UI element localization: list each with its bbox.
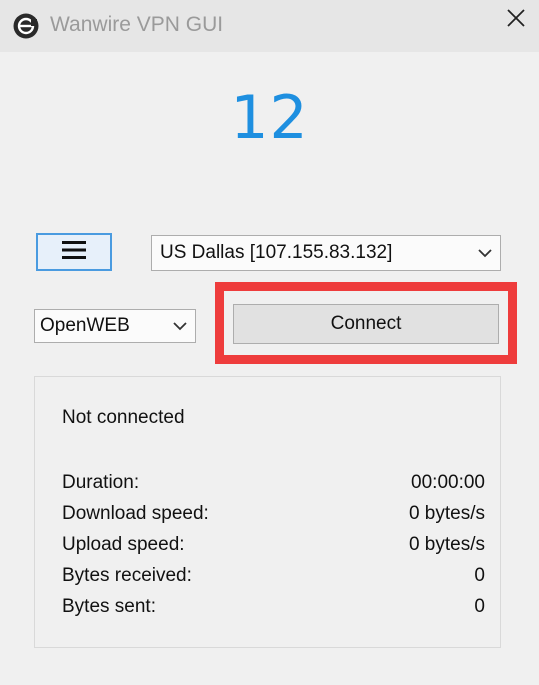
stat-value: 00:00:00 [411, 472, 485, 493]
hamburger-menu-icon [62, 240, 86, 264]
app-window: Wanwire VPN GUI 12 US Dallas [107.155.83… [0, 0, 539, 685]
stat-value: 0 bytes/s [408, 534, 485, 555]
protocol-select-value: OpenWEB [40, 315, 130, 336]
stat-label: Upload speed: [62, 534, 185, 555]
stat-value: 0 [474, 596, 485, 617]
menu-button[interactable] [36, 233, 112, 271]
stat-value: 0 [474, 565, 485, 586]
title-bar[interactable]: Wanwire VPN GUI [0, 0, 539, 52]
stat-row-bytes-received: Bytes received: 0 [62, 564, 485, 595]
logo-number: 12 [230, 83, 309, 153]
stat-label: Duration: [62, 472, 140, 493]
wanwire-logo-icon [13, 13, 39, 39]
server-select-value: US Dallas [107.155.83.132] [160, 242, 393, 263]
close-icon [506, 8, 526, 33]
stat-value: 0 bytes/s [408, 503, 485, 524]
server-select[interactable]: US Dallas [107.155.83.132] [151, 235, 501, 271]
stats-list: Duration: 00:00:00 Download speed: 0 byt… [62, 471, 485, 626]
chevron-down-icon [476, 236, 494, 270]
stat-row-download-speed: Download speed: 0 bytes/s [62, 502, 485, 533]
stat-label: Download speed: [62, 503, 209, 524]
connect-highlight-box [215, 282, 517, 364]
chevron-down-icon [171, 310, 189, 342]
connection-status: Not connected [62, 407, 185, 428]
status-panel: Not connected Duration: 00:00:00 Downloa… [34, 376, 501, 648]
window-title: Wanwire VPN GUI [50, 13, 224, 36]
stat-row-duration: Duration: 00:00:00 [62, 471, 485, 502]
stat-label: Bytes sent: [62, 596, 156, 617]
stat-row-bytes-sent: Bytes sent: 0 [62, 595, 485, 626]
protocol-select[interactable]: OpenWEB [34, 309, 196, 343]
stat-label: Bytes received: [62, 565, 192, 586]
close-button[interactable] [493, 0, 539, 40]
stat-row-upload-speed: Upload speed: 0 bytes/s [62, 533, 485, 564]
